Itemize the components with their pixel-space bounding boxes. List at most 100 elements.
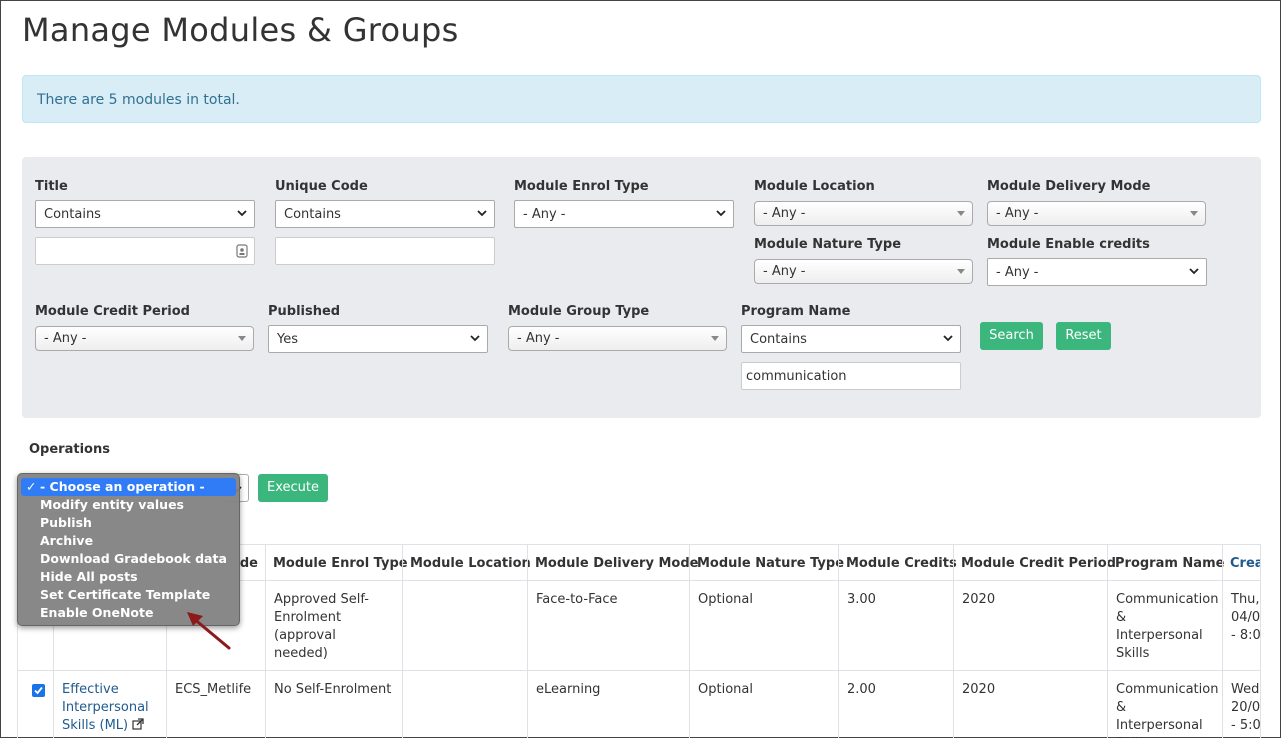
program-name-value: Communication & Interpersonal Skills (1116, 592, 1219, 661)
delivery-mode-value: Face-to-Face (536, 592, 618, 607)
operation-option-hide-posts[interactable]: Hide All posts (18, 568, 239, 586)
filter-panel: Title Contains Unique Code Contains Modu… (22, 157, 1261, 418)
nature-type-value: Optional (698, 682, 753, 697)
credit-period-cell: 2020 (953, 670, 1108, 738)
delivery-mode-select[interactable]: - Any - (987, 201, 1206, 226)
row-select-checkbox[interactable] (32, 684, 45, 697)
enrol-type-cell: Approved Self-Enrolment (approval needed… (265, 580, 403, 671)
operation-option-label: Archive (40, 533, 94, 548)
page-title: Manage Modules & Groups (22, 11, 459, 49)
column-header-credits[interactable]: Module Credits (838, 544, 957, 581)
nature-type-select[interactable]: - Any - (754, 259, 973, 284)
enable-credits-value: - Any - (996, 265, 1039, 280)
chevron-down-icon (943, 335, 953, 342)
chevron-down-icon (1189, 268, 1199, 275)
group-type-filter-label: Module Group Type (508, 304, 650, 319)
program-name-filter-value: communication (746, 369, 847, 384)
operation-option-publish[interactable]: Publish (18, 514, 239, 532)
credit-period-value: - Any - (44, 331, 87, 346)
program-name-operator-select[interactable]: Contains (741, 325, 961, 353)
program-name-cell: Communication & Interpersonal Skills (1107, 580, 1223, 671)
column-header-delivery-mode[interactable]: Module Delivery Mode (527, 544, 698, 581)
operation-option-modify[interactable]: Modify entity values (18, 496, 239, 514)
column-header-program-name[interactable]: Program Name (1107, 544, 1224, 581)
credits-value: 3.00 (847, 592, 876, 607)
enrol-type-value: - Any - (523, 207, 566, 222)
nature-type-filter-label: Module Nature Type (754, 237, 902, 252)
column-header-location[interactable]: Module Location (402, 544, 531, 581)
credit-period-value: 2020 (962, 682, 996, 697)
group-type-select[interactable]: - Any - (508, 326, 727, 351)
location-cell (402, 670, 528, 738)
title-cell: Effective Interpersonal Skills (ML) (53, 670, 167, 738)
column-header-credits-label: Module Credits (846, 556, 957, 571)
column-header-credit-period[interactable]: Module Credit Period (953, 544, 1116, 581)
operation-option-label: Hide All posts (40, 569, 138, 584)
chevron-down-icon (716, 210, 726, 217)
operation-option-label: Download Gradebook data (40, 551, 227, 566)
column-header-nature-type[interactable]: Module Nature Type (689, 544, 844, 581)
program-name-value: Communication & Interpersonal Skills (1116, 682, 1219, 738)
published-select[interactable]: Yes (268, 325, 488, 353)
enable-credits-select[interactable]: - Any - (987, 258, 1207, 286)
unique-code-operator-value: Contains (284, 207, 341, 222)
unique-code-operator-select[interactable]: Contains (275, 200, 495, 228)
credit-period-filter-label: Module Credit Period (35, 304, 190, 319)
unique-code-filter-input[interactable] (275, 237, 495, 265)
reset-button[interactable]: Reset (1056, 322, 1111, 350)
program-name-filter-input[interactable]: communication (741, 362, 961, 390)
search-button[interactable]: Search (980, 322, 1043, 350)
triangle-down-icon (711, 336, 719, 341)
location-select[interactable]: - Any - (754, 201, 973, 226)
column-header-location-label: Module Location (410, 556, 531, 571)
credit-period-value: 2020 (962, 592, 996, 607)
group-type-value: - Any - (517, 331, 560, 346)
code-cell: ECS_Metlife (166, 670, 266, 738)
execute-button[interactable]: Execute (258, 474, 328, 502)
nature-type-value: - Any - (763, 264, 806, 279)
nature-type-cell: Optional (689, 580, 839, 671)
program-name-filter-label: Program Name (741, 304, 851, 319)
location-cell (402, 580, 528, 671)
triangle-down-icon (238, 336, 246, 341)
operation-option-choose[interactable]: ✓ - Choose an operation - (21, 478, 236, 496)
annotation-arrow-icon (187, 612, 231, 650)
alert-text: There are 5 modules in total. (37, 92, 240, 108)
column-header-enrol-type-label: Module Enrol Type (273, 556, 408, 571)
title-filter-input[interactable] (35, 237, 255, 265)
operations-label: Operations (29, 442, 110, 457)
column-header-unique-code-label: de (239, 556, 258, 571)
operation-option-archive[interactable]: Archive (18, 532, 239, 550)
created-cell: Thu, 04/06 - 8:08 (1222, 580, 1261, 671)
credits-cell: 2.00 (838, 670, 954, 738)
column-header-created[interactable]: Crea (1222, 544, 1261, 581)
module-title-link[interactable]: Effective Interpersonal Skills (ML) (62, 681, 154, 735)
chevron-down-icon (477, 210, 487, 217)
column-header-credit-period-label: Module Credit Period (961, 556, 1116, 571)
nature-type-cell: Optional (689, 670, 839, 738)
chevron-down-icon (470, 335, 480, 342)
enrol-type-value: No Self-Enrolment (274, 682, 392, 697)
operation-option-set-certificate[interactable]: Set Certificate Template (18, 586, 239, 604)
row-select-cell (17, 670, 54, 738)
title-operator-value: Contains (44, 207, 101, 222)
delivery-mode-filter-label: Module Delivery Mode (987, 179, 1151, 194)
delivery-mode-value: - Any - (996, 206, 1039, 221)
checkmark-icon: ✓ (26, 479, 37, 494)
enrol-type-cell: No Self-Enrolment (265, 670, 403, 738)
operation-option-download-gradebook[interactable]: Download Gradebook data (18, 550, 239, 568)
triangle-down-icon (1190, 211, 1198, 216)
credit-period-cell: 2020 (953, 580, 1108, 671)
published-value: Yes (277, 332, 298, 347)
column-header-enrol-type[interactable]: Module Enrol Type (265, 544, 408, 581)
enrol-type-select[interactable]: - Any - (514, 200, 734, 228)
created-value: Wed, 20/05 - 5:04 (1231, 682, 1261, 733)
nature-type-value: Optional (698, 592, 753, 607)
operation-dropdown-menu: ✓ - Choose an operation - Modify entity v… (17, 473, 240, 626)
created-value: Thu, 04/06 - 8:08 (1231, 592, 1261, 643)
title-operator-select[interactable]: Contains (35, 200, 255, 228)
column-header-nature-type-label: Module Nature Type (697, 556, 845, 571)
credit-period-select[interactable]: - Any - (35, 326, 254, 351)
enable-credits-filter-label: Module Enable credits (987, 237, 1150, 252)
enrol-type-value: Approved Self-Enrolment (approval needed… (274, 592, 369, 661)
